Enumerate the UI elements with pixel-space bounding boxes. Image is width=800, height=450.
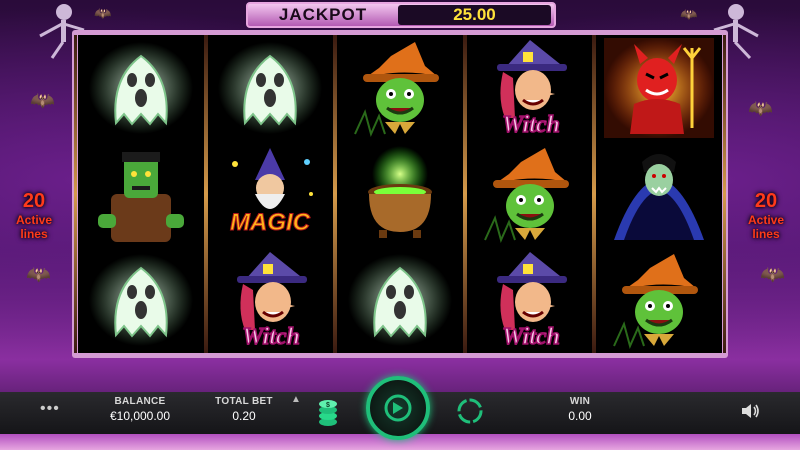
bat-icon: 🦇: [94, 5, 112, 21]
cauldron-symbol-icon: [337, 141, 463, 247]
magic-symbol-icon: MAGIC: [208, 141, 334, 247]
bat-icon: 🦇: [26, 264, 51, 286]
svg-text:MAGIC: MAGIC: [230, 209, 311, 236]
reel-5: [592, 35, 726, 353]
balance-display: BALANCE €10,000.00: [98, 396, 182, 423]
bat-icon: 🦇: [30, 90, 55, 112]
bat-icon: 🦇: [760, 264, 785, 286]
scarecrow-symbol-icon: [467, 141, 593, 247]
witch-symbol-icon: Witch: [467, 35, 593, 141]
autoplay-icon[interactable]: [456, 397, 484, 425]
sound-icon[interactable]: [740, 402, 760, 420]
reel-3: [333, 35, 467, 353]
chevron-up-icon[interactable]: ▲: [291, 394, 301, 405]
reel-4: Witch Witch: [462, 35, 596, 353]
ghost-symbol-icon: [337, 247, 463, 353]
witch-symbol-icon: Witch: [208, 247, 334, 353]
win-value: 0.00: [568, 409, 592, 423]
active-lines-label: lines: [20, 227, 48, 241]
active-lines-left: 20 Active lines: [4, 190, 64, 241]
bat-icon: 🦇: [680, 6, 698, 22]
svg-text:Witch: Witch: [242, 324, 300, 350]
active-lines-count: 20: [754, 190, 778, 212]
ghost-symbol-icon: [78, 247, 204, 353]
scarecrow-symbol-icon: [337, 35, 463, 141]
total-bet-display[interactable]: TOTAL BET 0.20: [202, 396, 286, 423]
spin-button[interactable]: [366, 376, 430, 440]
jackpot-value: 25.00: [398, 5, 551, 25]
active-lines-right: 20 Active lines: [736, 190, 796, 241]
ghost-symbol-icon: [208, 35, 334, 141]
vampire-symbol-icon: [596, 141, 722, 247]
coin-stack-icon[interactable]: $: [318, 396, 338, 428]
scarecrow-symbol-icon: [596, 247, 722, 353]
jackpot-label: JACKPOT: [278, 5, 368, 24]
active-lines-count: 20: [22, 190, 46, 212]
reels-area: MAGIC Witch Witch Witch: [74, 35, 726, 353]
svg-text:Witch: Witch: [502, 324, 560, 350]
balance-value: €10,000.00: [109, 409, 171, 423]
balance-label: BALANCE: [114, 396, 166, 407]
total-bet-value: 0.20: [232, 409, 256, 423]
total-bet-label: TOTAL BET: [215, 396, 273, 407]
svg-text:$: $: [326, 402, 330, 409]
spin-icon: [384, 394, 412, 422]
bat-icon: 🦇: [748, 98, 773, 120]
reel-2: MAGIC Witch: [203, 35, 337, 353]
reel-1: [74, 35, 208, 353]
active-lines-label: Active: [15, 213, 53, 227]
frankenstein-symbol-icon: [78, 141, 204, 247]
win-display: WIN 0.00: [540, 396, 620, 423]
witch-symbol-icon: Witch: [467, 247, 593, 353]
win-label: WIN: [569, 396, 591, 407]
ghost-symbol-icon: [78, 35, 204, 141]
svg-text:Witch: Witch: [502, 112, 560, 138]
active-lines-label: lines: [752, 227, 780, 241]
menu-icon[interactable]: •••: [40, 400, 60, 418]
jackpot-banner: JACKPOT 25.00: [246, 2, 556, 28]
devil-symbol-icon: [596, 35, 722, 141]
active-lines-label: Active: [747, 213, 785, 227]
